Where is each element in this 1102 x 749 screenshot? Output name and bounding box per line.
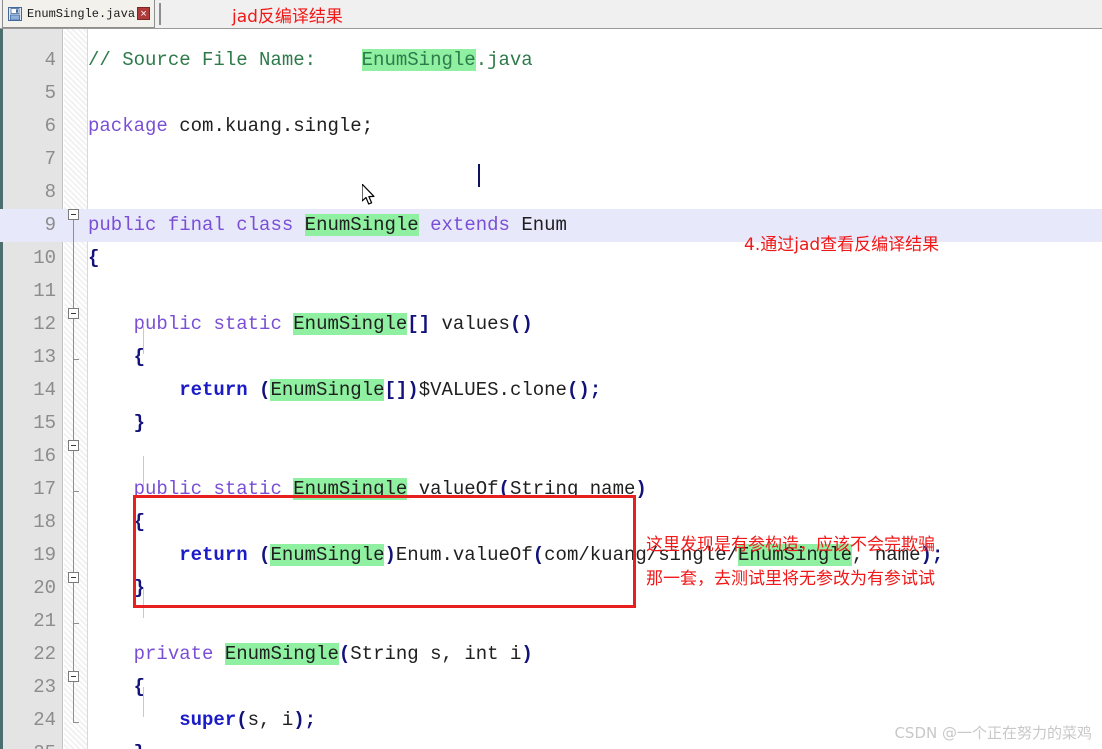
code-text: // Source File Name: EnumSingle.java — [88, 49, 533, 71]
csdn-watermark: CSDN @一个正在努力的菜鸡 — [894, 724, 1092, 742]
code-editor[interactable]: 4 // Source File Name: EnumSingle.java 5 6 p… — [0, 29, 1102, 749]
code-text: { — [133, 346, 146, 368]
code-text: { — [88, 247, 100, 269]
line-number: 4 — [44, 49, 56, 71]
close-icon[interactable]: × — [137, 7, 151, 20]
code-lines: 4 // Source File Name: EnumSingle.java 5 6 p… — [0, 29, 1102, 749]
mouse-cursor-icon — [361, 183, 378, 208]
code-text: } — [88, 737, 145, 749]
save-floppy-icon — [8, 6, 22, 21]
code-line[interactable]: 19 return (EnumSingle)Enum.valueOf(com/k… — [0, 539, 1102, 572]
code-text: return (EnumSingle[])$VALUES.clone(); — [179, 379, 602, 401]
line-number: 14 — [33, 379, 56, 401]
code-text: { — [133, 511, 146, 533]
code-viewer-window: EnumSingle.java × jad反编译结果 4 // Source Fi… — [0, 0, 1102, 749]
fold-range-getinstance — [73, 682, 74, 722]
line-number: 12 — [33, 313, 56, 335]
fold-toggle-line-18[interactable] — [68, 440, 79, 451]
annotation-jad-result: jad反编译结果 — [232, 7, 343, 27]
line-number: 25 — [3, 737, 56, 749]
fold-toggle-line-28[interactable] — [68, 671, 79, 682]
indent-guide — [143, 324, 144, 354]
code-line[interactable]: 4 // Source File Name: EnumSingle.java — [0, 44, 1102, 77]
code-line[interactable]: 7 — [0, 143, 1102, 176]
code-text: public static EnumSingle valueOf(String … — [133, 478, 647, 500]
line-number: 13 — [33, 346, 56, 368]
code-text: public final class EnumSingle extends En… — [88, 214, 567, 236]
line-number: 8 — [44, 181, 56, 203]
code-line[interactable]: 20 } — [0, 572, 1102, 605]
line-number: 16 — [33, 445, 56, 467]
code-line[interactable]: 5 — [0, 77, 1102, 110]
fold-range-ctor-tick — [73, 623, 79, 624]
code-text: public static EnumSingle[] values() — [133, 313, 533, 335]
code-text: { — [133, 676, 146, 698]
code-line[interactable]: 18 { — [0, 506, 1102, 539]
line-number: 21 — [33, 610, 56, 632]
annotation-step-4: 4.通过jad查看反编译结果 — [744, 235, 940, 255]
code-text: private EnumSingle(String s, int i) — [133, 643, 533, 665]
fold-range-values-tick — [73, 359, 79, 360]
code-line[interactable]: 21 — [0, 605, 1102, 638]
code-line[interactable]: 13 { — [0, 341, 1102, 374]
line-number: 5 — [44, 82, 56, 104]
line-number: 7 — [44, 148, 56, 170]
tab-label: EnumSingle.java — [27, 6, 136, 21]
annotation-note-line-2: 那一套，去测试里将无参改为有参试试 — [646, 569, 935, 589]
indent-guide — [143, 687, 144, 717]
code-line[interactable]: 11 — [0, 275, 1102, 308]
editor-tab-bar: EnumSingle.java × jad反编译结果 — [0, 0, 1102, 29]
fold-toggle-line-13[interactable] — [68, 308, 79, 319]
annotation-note-line-1: 这里发现是有参构造，应该不会完欺骗 — [646, 535, 935, 555]
indent-guide — [143, 588, 144, 618]
line-number: 22 — [33, 643, 56, 665]
code-line[interactable]: 12 public static EnumSingle[] values() — [0, 308, 1102, 341]
line-number: 15 — [33, 412, 56, 434]
code-line[interactable]: 22 private EnumSingle(String s, int i) — [0, 638, 1102, 671]
code-text: } — [133, 577, 146, 599]
line-number: 6 — [44, 115, 56, 137]
line-number: 18 — [33, 511, 56, 533]
tab-divider — [159, 3, 162, 25]
fold-range-values — [73, 319, 74, 359]
fold-toggle-line-23[interactable] — [68, 572, 79, 583]
code-line[interactable]: 15 } — [0, 407, 1102, 440]
line-number: 24 — [33, 709, 56, 731]
code-text: super(s, i); — [179, 709, 317, 731]
code-line[interactable]: 14 return (EnumSingle[])$VALUES.clone(); — [0, 374, 1102, 407]
fold-toggle-line-10[interactable] — [68, 209, 79, 220]
fold-range-valueof-tick — [73, 491, 79, 492]
line-number: 20 — [33, 577, 56, 599]
code-line[interactable]: 17 public static EnumSingle valueOf(Stri… — [0, 473, 1102, 506]
line-number: 23 — [33, 676, 56, 698]
indent-guide — [143, 456, 144, 486]
line-number: 10 — [33, 247, 56, 269]
code-text: package com.kuang.single; — [88, 115, 374, 137]
code-line[interactable]: 6 package com.kuang.single; — [0, 110, 1102, 143]
fold-range-getinstance-tick — [73, 722, 79, 723]
code-line[interactable]: 23 { — [0, 671, 1102, 704]
code-text: } — [133, 412, 146, 434]
line-number: 19 — [33, 544, 56, 566]
line-number: 17 — [33, 478, 56, 500]
fold-range-valueof — [73, 451, 74, 491]
line-number: 11 — [33, 280, 56, 302]
code-line[interactable]: 16 — [0, 440, 1102, 473]
line-number: 9 — [44, 214, 56, 236]
fold-range-ctor — [73, 583, 74, 623]
code-line[interactable]: 8 — [0, 176, 1102, 209]
text-caret — [478, 164, 480, 187]
editor-tab-enumsingle[interactable]: EnumSingle.java × — [2, 0, 156, 28]
